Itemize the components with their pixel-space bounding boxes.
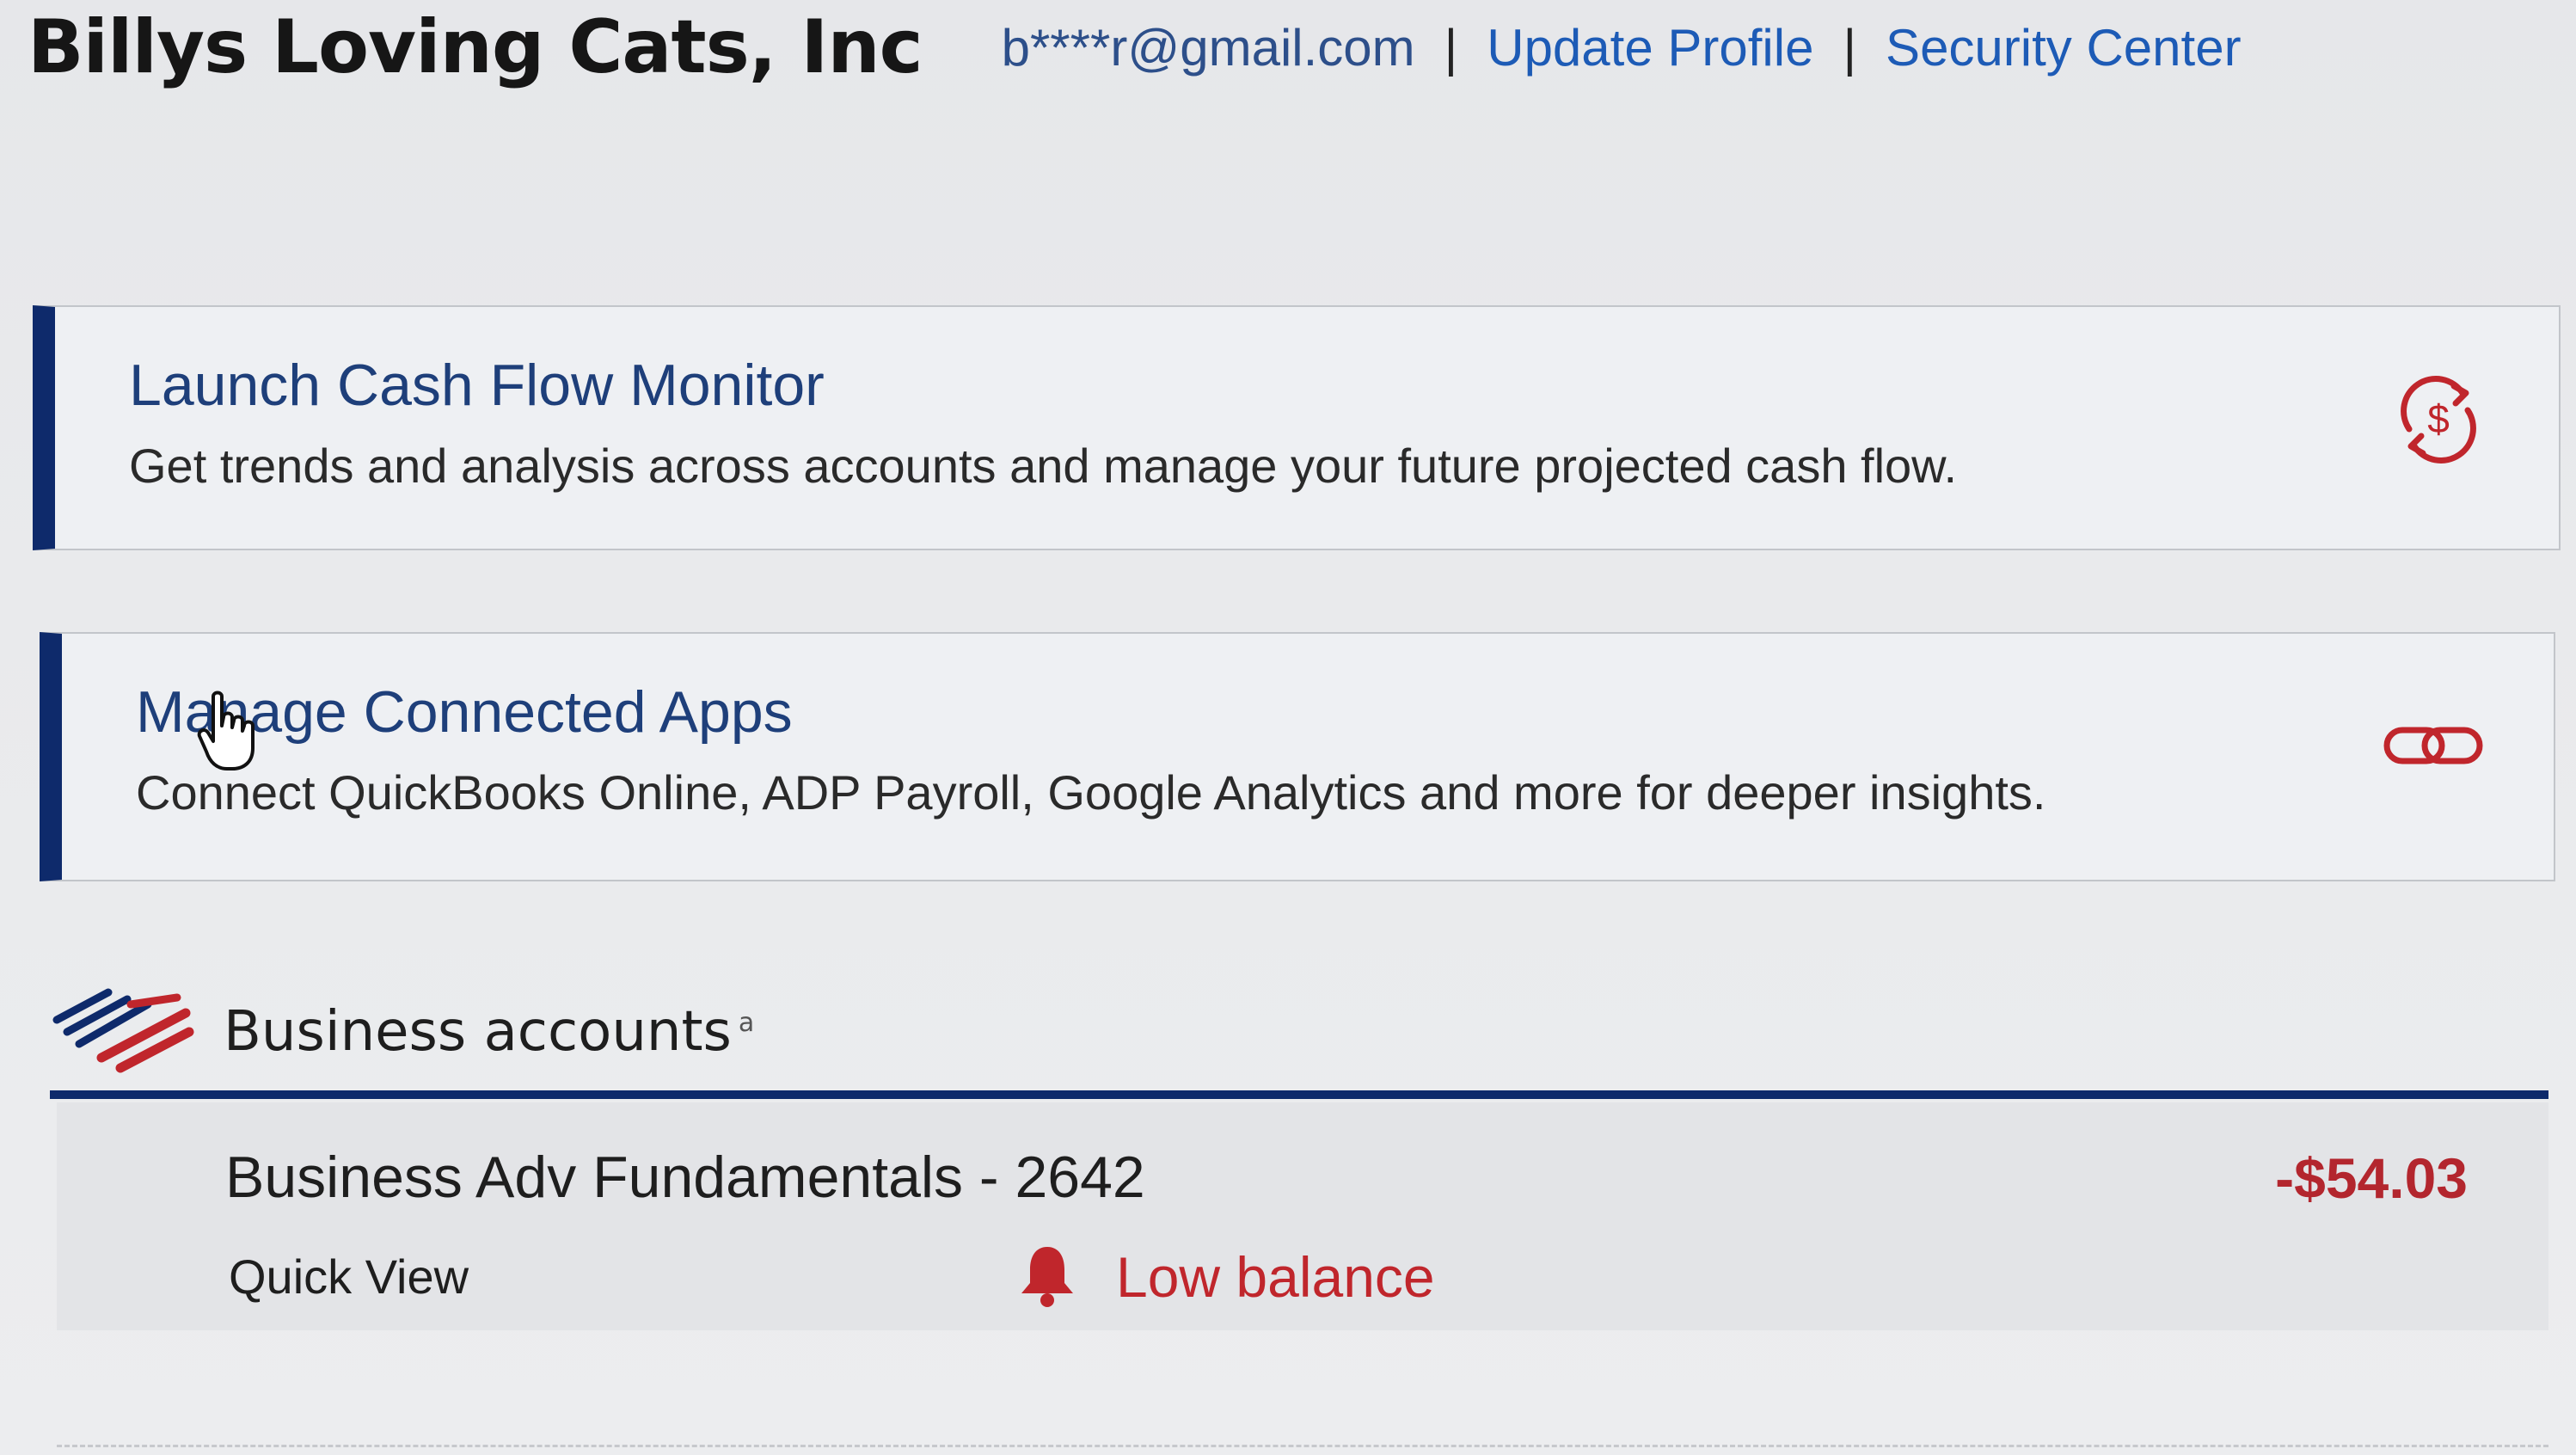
account-row[interactable]: Business Adv Fundamentals - 2642 -$54.03… bbox=[57, 1102, 2548, 1330]
card-title[interactable]: Launch Cash Flow Monitor bbox=[129, 352, 825, 419]
section-divider bbox=[50, 1090, 2548, 1099]
user-email: b****r@gmail.com bbox=[1001, 18, 1415, 77]
section-title: Business accounts a bbox=[224, 1000, 754, 1064]
update-profile-link[interactable]: Update Profile bbox=[1487, 18, 1813, 77]
account-name-link[interactable]: Business Adv Fundamentals - 2642 bbox=[225, 1144, 1145, 1211]
company-name: Billys Loving Cats, Inc bbox=[28, 4, 923, 90]
account-header: Billys Loving Cats, Inc b****r@gmail.com… bbox=[28, 0, 2242, 95]
link-icon bbox=[2382, 720, 2485, 776]
alert-text: Low balance bbox=[1116, 1244, 1435, 1309]
bell-icon bbox=[1013, 1240, 1082, 1313]
cash-flow-icon: $ bbox=[2387, 367, 2490, 475]
low-balance-alert[interactable]: Low balance bbox=[1013, 1240, 1435, 1313]
quick-view-link[interactable]: Quick View bbox=[229, 1249, 469, 1305]
card-title[interactable]: Manage Connected Apps bbox=[136, 678, 793, 746]
header-separator: | bbox=[1843, 18, 1857, 77]
footnote-marker[interactable]: a bbox=[739, 1008, 754, 1038]
security-center-link[interactable]: Security Center bbox=[1886, 18, 2242, 77]
divider bbox=[57, 1445, 2548, 1447]
section-title-text: Business accounts bbox=[224, 1000, 732, 1064]
account-balance: -$54.03 bbox=[2275, 1146, 2468, 1210]
card-description: Get trends and analysis across accounts … bbox=[129, 439, 1958, 493]
card-description: Connect QuickBooks Online, ADP Payroll, … bbox=[136, 765, 2046, 820]
header-separator: | bbox=[1444, 18, 1458, 77]
connected-apps-card[interactable]: Manage Connected Apps Connect QuickBooks… bbox=[40, 632, 2555, 881]
business-accounts-header: Business accounts a bbox=[48, 980, 754, 1084]
svg-text:$: $ bbox=[2427, 396, 2450, 441]
flagscape-logo bbox=[48, 987, 194, 1077]
cash-flow-monitor-card[interactable]: Launch Cash Flow Monitor Get trends and … bbox=[33, 305, 2561, 550]
